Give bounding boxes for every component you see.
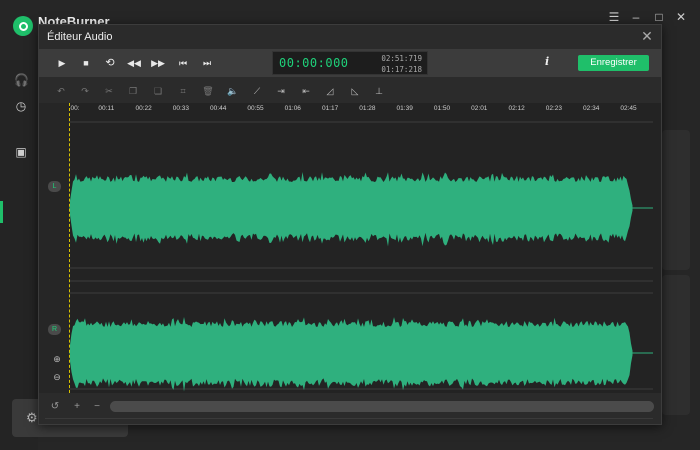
fade-in-icon[interactable]: ◿: [324, 85, 336, 97]
close-icon[interactable]: ✕: [639, 28, 655, 45]
editor-footer: ↺ + −: [39, 393, 661, 424]
dialog-titlebar: Éditeur Audio ✕: [39, 25, 661, 49]
cut-icon[interactable]: ✂: [103, 85, 115, 97]
loop-icon[interactable]: ⟲: [103, 56, 117, 70]
footer-divider: [45, 418, 653, 419]
trim-silence-icon[interactable]: ⇥: [275, 85, 287, 97]
undo-icon[interactable]: ↶: [55, 85, 67, 97]
amplify-icon[interactable]: ⟋: [251, 85, 263, 97]
insert-silence-icon[interactable]: ⇤: [300, 85, 312, 97]
noise-icon[interactable]: ⊥: [373, 85, 385, 97]
current-time: 00:00:000: [279, 56, 349, 70]
total-time: 02:51:719: [381, 54, 422, 63]
toolbox-icon[interactable]: ▣: [14, 145, 28, 159]
reset-zoom-icon[interactable]: ↺: [50, 401, 60, 412]
volume-icon[interactable]: 🔈: [227, 85, 239, 97]
waveform-display: [69, 121, 653, 392]
waveform-area[interactable]: L R ⊕ ⊖ 00: 00:11 00:22 00:33 00:44 00:55 01:0…: [39, 103, 661, 393]
save-button[interactable]: Enregistrer: [578, 55, 649, 71]
redo-icon[interactable]: ↷: [79, 85, 91, 97]
headphones-icon[interactable]: 🎧: [14, 73, 29, 87]
transport-toolbar: ▶ ■ ⟲ ◀◀ ▶▶ ⏮ ⏭ 00:00:000 02:51:719 01:1…: [39, 49, 661, 77]
minimize-icon[interactable]: –: [627, 10, 645, 24]
right-channel-waveform: [70, 317, 633, 392]
fade-out-icon[interactable]: ◺: [349, 85, 361, 97]
selection-time: 01:17:218: [381, 65, 422, 74]
left-channel-waveform: [70, 172, 633, 247]
active-indicator: [0, 201, 3, 223]
background-panel: [662, 130, 690, 270]
remove-icon[interactable]: −: [92, 401, 102, 412]
fast-forward-icon[interactable]: ▶▶: [151, 56, 165, 70]
horizontal-scrollbar[interactable]: [110, 401, 654, 412]
info-icon[interactable]: i: [545, 55, 549, 68]
add-icon[interactable]: +: [72, 401, 82, 412]
settings-icon[interactable]: ⚙: [26, 410, 38, 426]
stop-icon[interactable]: ■: [79, 56, 93, 70]
play-icon[interactable]: ▶: [55, 56, 69, 70]
rewind-icon[interactable]: ◀◀: [127, 56, 141, 70]
crop-icon[interactable]: ⌗: [177, 85, 189, 97]
scrollbar-thumb[interactable]: [110, 401, 654, 412]
skip-start-icon[interactable]: ⏮: [176, 56, 190, 70]
copy-icon[interactable]: ❐: [127, 85, 139, 97]
history-icon[interactable]: ◷: [14, 99, 28, 113]
time-display: 00:00:000 02:51:719 01:17:218: [272, 51, 428, 75]
skip-end-icon[interactable]: ⏭: [200, 56, 214, 70]
maximize-icon[interactable]: □: [650, 10, 668, 24]
background-panel: [662, 275, 690, 415]
playhead-marker[interactable]: [69, 103, 70, 393]
close-icon[interactable]: ✕: [672, 10, 690, 24]
noteburner-logo: [13, 16, 33, 36]
dialog-title: Éditeur Audio: [47, 31, 113, 43]
menu-icon[interactable]: ☰: [605, 10, 623, 24]
edit-toolbar: ↶ ↷ ✂ ❐ ❏ ⌗ 🗑 🔈 ⟋ ⇥ ⇤ ◿ ◺ ⊥: [39, 77, 661, 103]
delete-icon[interactable]: 🗑: [202, 85, 214, 97]
audio-editor-dialog: Éditeur Audio ✕ ▶ ■ ⟲ ◀◀ ▶▶ ⏮ ⏭ 00:00:00…: [38, 24, 662, 425]
paste-icon[interactable]: ❏: [152, 85, 164, 97]
left-sidebar: 🎧 ◷ ▣: [0, 60, 38, 450]
